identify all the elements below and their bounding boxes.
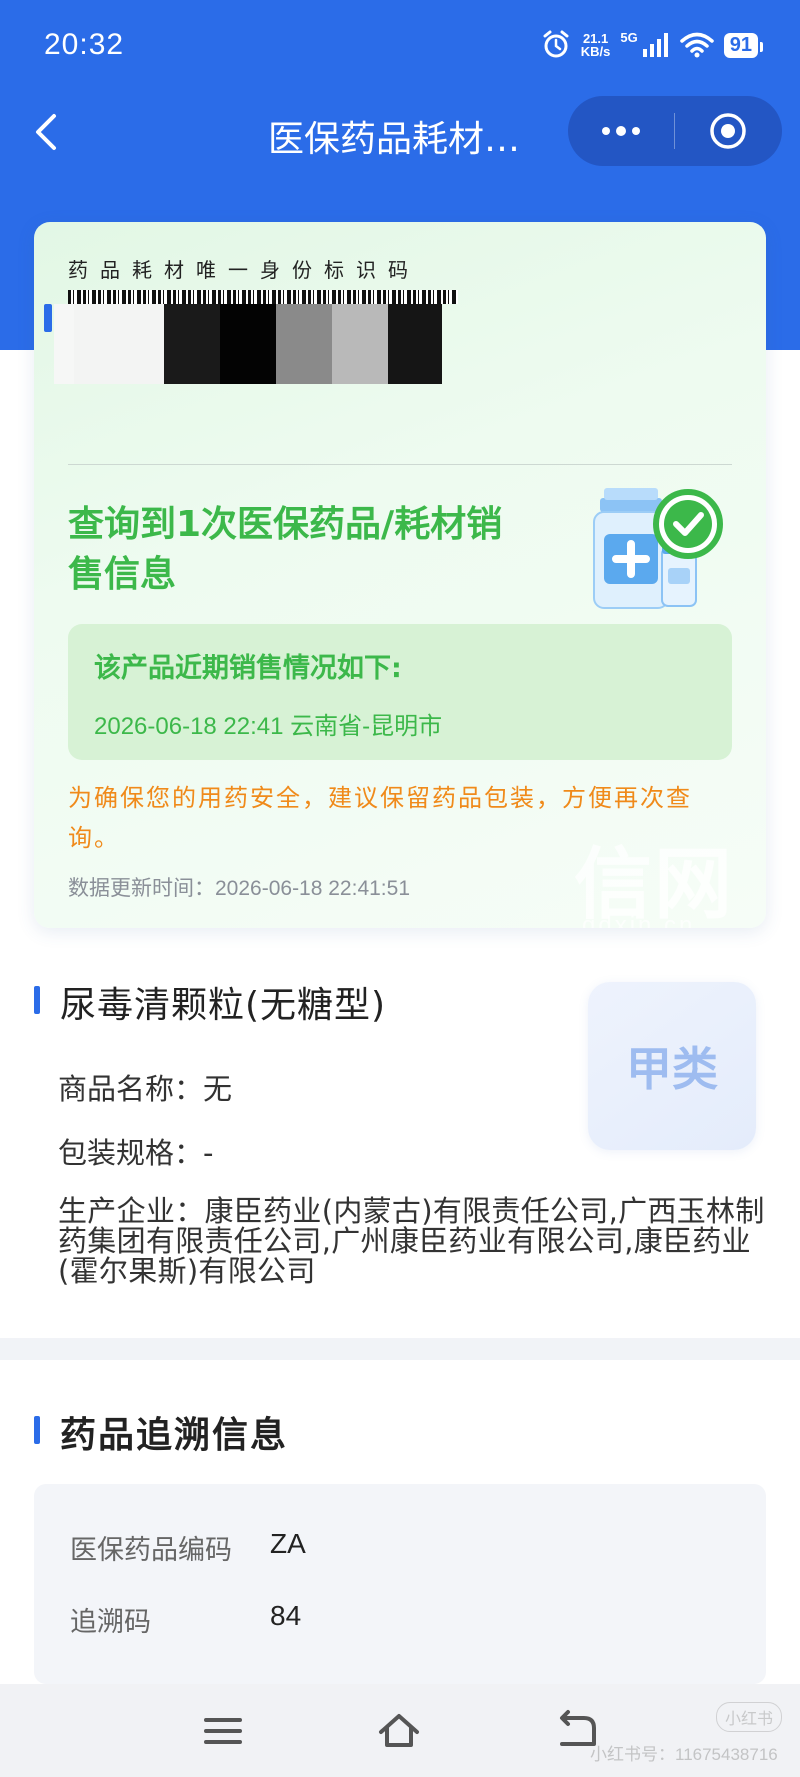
trace-section-title: 药品追溯信息 xyxy=(60,1415,289,1456)
update-time: 数据更新时间：2026-06-18 22:41:51 xyxy=(68,877,410,900)
trace-redacted xyxy=(310,1530,700,1666)
more-dot-icon xyxy=(616,126,626,136)
more-button[interactable] xyxy=(568,96,674,166)
mini-program-capsule xyxy=(568,96,782,166)
section-marker xyxy=(34,986,40,1014)
sales-info-box: 该产品近期销售情况如下: 2026-06-18 22:41 云南省-昆明市 xyxy=(68,624,732,760)
package-spec: 包装规格：- xyxy=(58,1136,214,1170)
back-icon[interactable] xyxy=(28,108,68,156)
wifi-icon xyxy=(680,32,714,58)
network-type: 5G xyxy=(620,29,638,45)
battery-indicator: 91 xyxy=(723,32,764,58)
close-mini-program-button[interactable] xyxy=(675,96,781,166)
product-name: 尿毒清颗粒(无糖型) xyxy=(60,985,387,1026)
page-title: 医保药品耗材… xyxy=(268,119,521,160)
result-title: 查询到1次医保药品/耗材销售信息 xyxy=(68,504,503,595)
net-speed: 21.1 KB/s xyxy=(580,31,611,59)
status-bar: 20:32 21.1 KB/s 5G 91 xyxy=(0,0,800,96)
identity-code-label: 药品耗材唯一身份标识码 xyxy=(68,258,420,282)
card-divider xyxy=(68,464,732,465)
alarm-icon xyxy=(543,30,569,58)
watermark-url: qdxin.cn xyxy=(582,912,696,928)
trace-info-card: 医保药品编码 ZA 追溯码 84 xyxy=(34,1484,766,1684)
more-dot-icon xyxy=(602,127,610,135)
manufacturer: 生产企业：康臣药业(内蒙古)有限责任公司,广西玉林制药集团有限责任公司,广州康臣… xyxy=(58,1194,765,1288)
trace-label-insurance-code: 医保药品编码 xyxy=(70,1535,232,1566)
barcode xyxy=(68,290,458,304)
medicine-verified-icon xyxy=(593,488,723,609)
code-marker xyxy=(44,304,52,332)
more-dot-icon xyxy=(632,127,640,135)
menu-icon[interactable] xyxy=(200,1708,246,1754)
trade-name: 商品名称：无 xyxy=(58,1072,233,1106)
section-marker xyxy=(34,1416,40,1444)
status-icons: 21.1 KB/s 5G 91 xyxy=(541,29,764,60)
signal-icon xyxy=(642,33,668,57)
sales-record: 2026-06-18 22:41 云南省-昆明市 xyxy=(94,713,443,740)
trace-value-insurance-code: ZA xyxy=(270,1528,306,1559)
query-result-card: 药品耗材唯一身份标识码 查询到1次医保药品/耗材销售信息 该产品近期销售情况如下… xyxy=(34,222,766,928)
watermark-logo: 小红书 xyxy=(716,1702,783,1732)
trace-label-trace-code: 追溯码 xyxy=(70,1607,151,1638)
insurance-class-badge: 甲类 xyxy=(588,982,756,1150)
watermark-footer: 小红书号：11675438716 xyxy=(590,1745,778,1764)
home-icon[interactable] xyxy=(376,1708,422,1754)
status-time: 20:32 xyxy=(44,28,125,61)
section-divider xyxy=(0,1338,800,1360)
barcode-redacted xyxy=(54,304,474,384)
target-close-icon xyxy=(710,113,746,149)
trace-value-trace-code: 84 xyxy=(270,1600,302,1631)
sales-info-title: 该产品近期销售情况如下: xyxy=(94,653,402,684)
